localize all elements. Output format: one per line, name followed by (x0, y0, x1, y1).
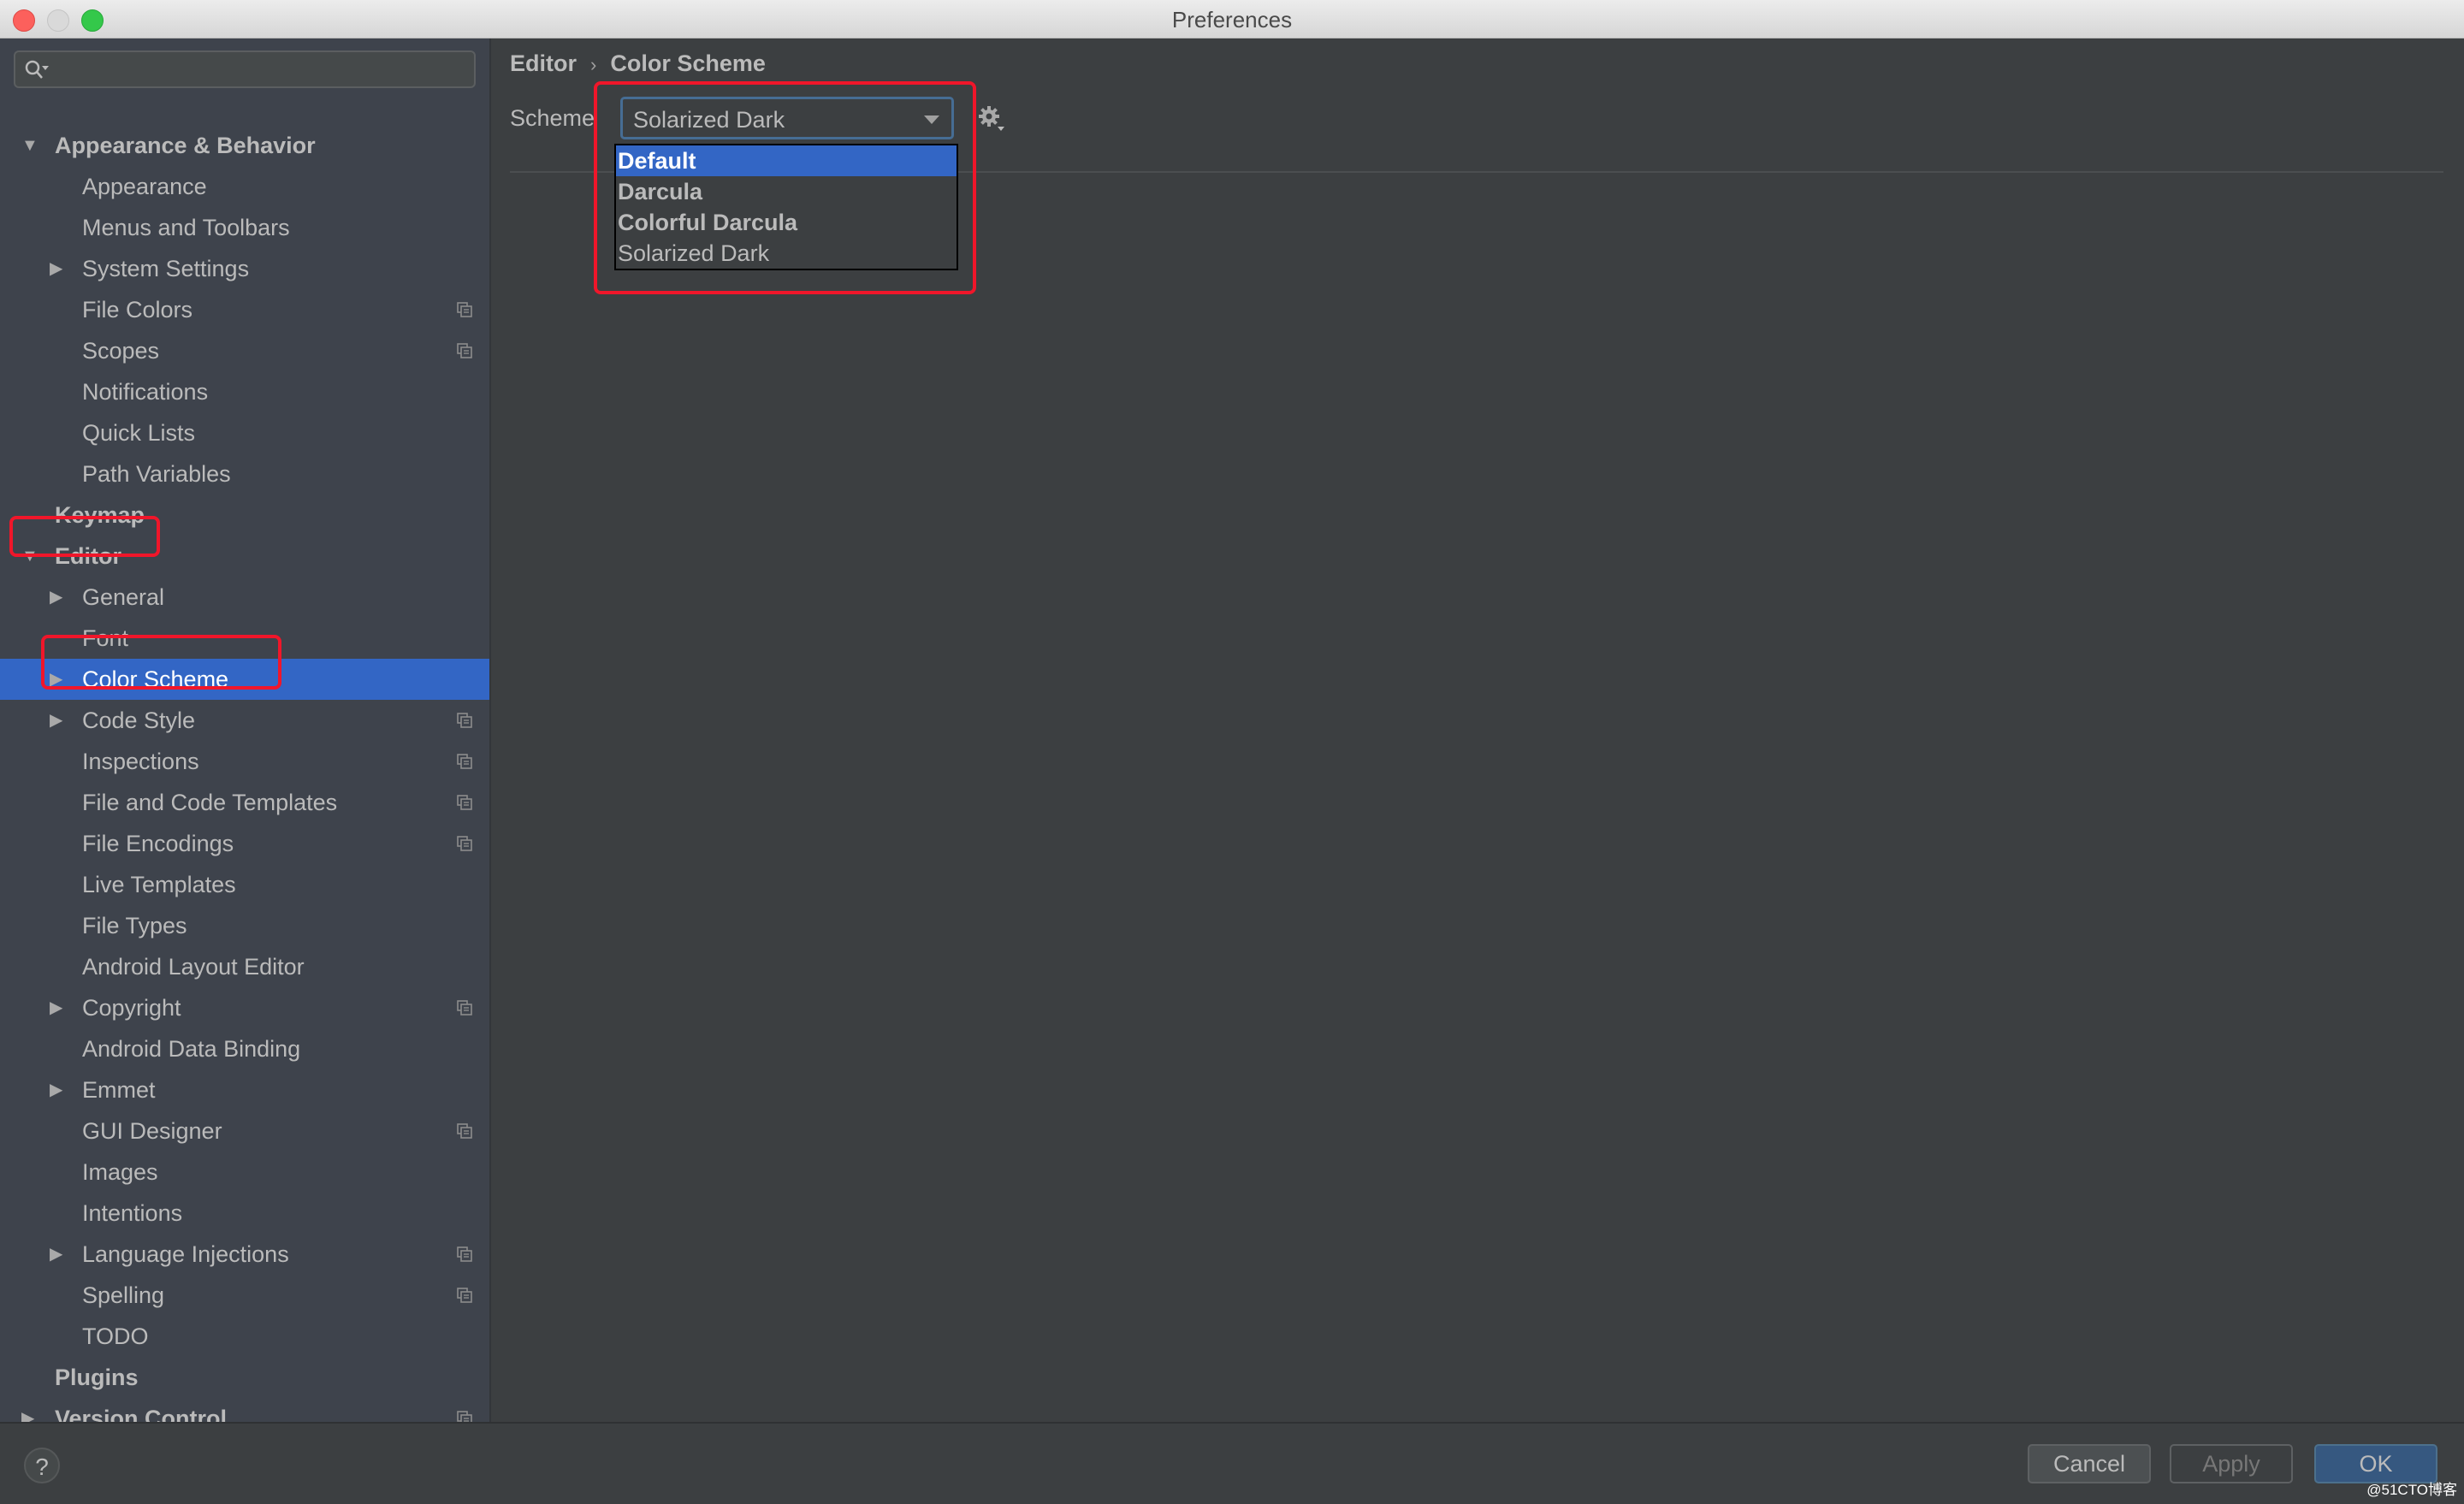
sidebar-item-label: Scopes (82, 338, 160, 364)
sidebar-item-images[interactable]: Images (0, 1152, 489, 1193)
project-level-settings-icon (457, 302, 472, 317)
sidebar-item-spelling[interactable]: Spelling (0, 1275, 489, 1316)
expand-arrow-right-icon[interactable]: ▶ (50, 1069, 62, 1110)
sidebar-item-path-variables[interactable]: Path Variables (0, 453, 489, 494)
sidebar-item-label: Path Variables (82, 461, 231, 487)
sidebar-item-label: TODO (82, 1323, 149, 1349)
expand-arrow-right-icon[interactable]: ▶ (50, 577, 62, 618)
sidebar-item-file-types[interactable]: File Types (0, 905, 489, 946)
project-level-settings-icon (457, 754, 472, 769)
project-level-settings-icon (457, 836, 472, 851)
cancel-button[interactable]: Cancel (2028, 1444, 2151, 1483)
project-level-settings-icon (457, 795, 472, 810)
breadcrumb: Editor › Color Scheme (510, 50, 766, 77)
sidebar-item-label: Language Injections (82, 1241, 289, 1267)
scheme-label: Scheme (510, 105, 595, 131)
project-level-settings-icon (457, 1123, 472, 1139)
project-level-settings-icon (457, 1288, 472, 1303)
expand-arrow-down-icon[interactable]: ▼ (21, 125, 38, 166)
sidebar-item-language-injections[interactable]: ▶ Language Injections (0, 1234, 489, 1275)
annotation-highlight-color-scheme (41, 635, 281, 690)
help-button[interactable]: ? (24, 1448, 60, 1483)
sidebar-item-todo[interactable]: TODO (0, 1316, 489, 1357)
sidebar-item-appearance[interactable]: Appearance (0, 166, 489, 207)
sidebar-item-inspections[interactable]: Inspections (0, 741, 489, 782)
sidebar-item-label: Emmet (82, 1077, 156, 1103)
sidebar-item-plugins[interactable]: Plugins (0, 1357, 489, 1398)
breadcrumb-item-color-scheme: Color Scheme (610, 50, 766, 76)
project-level-settings-icon (457, 713, 472, 728)
annotation-highlight-editor (9, 516, 160, 557)
breadcrumb-separator: › (590, 54, 597, 75)
sidebar-item-scopes[interactable]: Scopes (0, 330, 489, 371)
sidebar-item-label: Spelling (82, 1282, 165, 1308)
title-bar: Preferences (0, 0, 2464, 38)
sidebar-item-label: File Colors (82, 297, 193, 323)
sidebar-item-code-style[interactable]: ▶ Code Style (0, 700, 489, 741)
sidebar-item-menus-and-toolbars[interactable]: Menus and Toolbars (0, 207, 489, 248)
sidebar-item-label: File and Code Templates (82, 790, 338, 815)
sidebar-item-notifications[interactable]: Notifications (0, 371, 489, 412)
sidebar-item-label: Intentions (82, 1200, 183, 1226)
sidebar-item-android-data-binding[interactable]: Android Data Binding (0, 1028, 489, 1069)
project-level-settings-icon (457, 1246, 472, 1262)
sidebar-item-system-settings[interactable]: ▶ System Settings (0, 248, 489, 289)
dialog-footer: ? Cancel Apply OK @51CTO博客 (0, 1422, 2464, 1504)
gear-icon[interactable] (977, 104, 1006, 133)
annotation-highlight-scheme-dropdown (594, 81, 976, 294)
sidebar-item-emmet[interactable]: ▶ Emmet (0, 1069, 489, 1110)
sidebar-item-label: Appearance & Behavior (55, 133, 316, 158)
sidebar-item-label: Android Data Binding (82, 1036, 301, 1062)
sidebar-item-general[interactable]: ▶ General (0, 577, 489, 618)
sidebar-item-label: File Encodings (82, 831, 234, 856)
expand-arrow-right-icon[interactable]: ▶ (50, 700, 62, 741)
sidebar-item-label: Live Templates (82, 872, 236, 897)
search-icon (25, 60, 49, 79)
settings-tree: ▼ Appearance & Behavior Appearance Menus an… (0, 125, 489, 1439)
window-title: Preferences (1171, 7, 1293, 33)
sidebar-item-gui-designer[interactable]: GUI Designer (0, 1110, 489, 1152)
sidebar-item-quick-lists[interactable]: Quick Lists (0, 412, 489, 453)
sidebar-item-intentions[interactable]: Intentions (0, 1193, 489, 1234)
sidebar-item-label: Quick Lists (82, 420, 196, 446)
sidebar-item-appearance-behavior[interactable]: ▼ Appearance & Behavior (0, 125, 489, 166)
sidebar-item-label: Images (82, 1159, 158, 1185)
sidebar-item-label: GUI Designer (82, 1118, 222, 1144)
sidebar-item-file-encodings[interactable]: File Encodings (0, 823, 489, 864)
sidebar-item-copyright[interactable]: ▶ Copyright (0, 987, 489, 1028)
sidebar-item-label: General (82, 584, 165, 610)
expand-arrow-right-icon[interactable]: ▶ (50, 1234, 62, 1275)
sidebar-item-label: Plugins (55, 1365, 139, 1390)
expand-arrow-right-icon[interactable]: ▶ (50, 987, 62, 1028)
settings-search-input[interactable] (14, 50, 476, 88)
sidebar-item-label: File Types (82, 913, 187, 939)
project-level-settings-icon (457, 343, 472, 358)
breadcrumb-item-editor[interactable]: Editor (510, 50, 577, 76)
sidebar-item-label: Notifications (82, 379, 209, 405)
watermark: @51CTO博客 (2366, 1482, 2457, 1498)
settings-sidebar: ▼ Appearance & Behavior Appearance Menus an… (0, 38, 491, 1431)
sidebar-item-label: Appearance (82, 174, 207, 199)
sidebar-item-file-and-code-templates[interactable]: File and Code Templates (0, 782, 489, 823)
sidebar-item-live-templates[interactable]: Live Templates (0, 864, 489, 905)
sidebar-item-label: Code Style (82, 708, 196, 733)
sidebar-item-android-layout-editor[interactable]: Android Layout Editor (0, 946, 489, 987)
sidebar-item-file-colors[interactable]: File Colors (0, 289, 489, 330)
sidebar-item-label: Menus and Toolbars (82, 215, 290, 240)
sidebar-item-label: Copyright (82, 995, 181, 1021)
project-level-settings-icon (457, 1000, 472, 1015)
expand-arrow-right-icon[interactable]: ▶ (50, 248, 62, 289)
apply-button[interactable]: Apply (2170, 1444, 2293, 1483)
sidebar-item-label: Inspections (82, 749, 199, 774)
sidebar-item-label: System Settings (82, 256, 250, 281)
sidebar-item-label: Android Layout Editor (82, 954, 305, 980)
